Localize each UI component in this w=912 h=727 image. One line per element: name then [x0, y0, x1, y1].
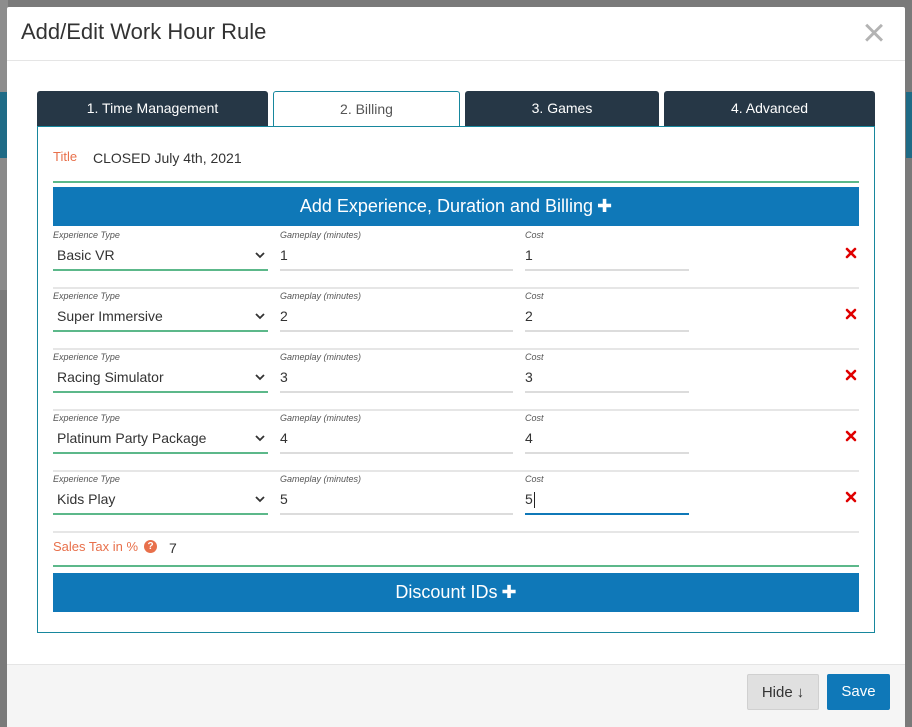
tab-time-management[interactable]: 1. Time Management: [37, 91, 268, 127]
experience-type-value: Super Immersive: [57, 308, 163, 324]
cost-value: 1: [525, 247, 533, 263]
cost-label: Cost: [525, 413, 544, 423]
gameplay-value: 4: [280, 430, 288, 446]
experience-type-value: Kids Play: [57, 491, 116, 507]
experience-type-select[interactable]: Basic VR: [53, 241, 268, 271]
discount-ids-label: Discount IDs: [395, 582, 498, 602]
cost-input[interactable]: 1: [525, 241, 689, 271]
gameplay-input[interactable]: 3: [280, 363, 513, 393]
gameplay-input[interactable]: 5: [280, 485, 513, 515]
hide-label: Hide: [761, 684, 793, 701]
gameplay-value: 2: [280, 308, 288, 324]
text-caret: [533, 492, 535, 509]
experience-type-select[interactable]: Kids Play: [53, 485, 268, 515]
work-hour-rule-modal: Add/Edit Work Hour Rule × 1. Time Manage…: [7, 7, 905, 727]
remove-icon[interactable]: [845, 430, 857, 442]
modal-header: Add/Edit Work Hour Rule ×: [7, 7, 905, 61]
close-icon[interactable]: ×: [859, 13, 889, 53]
add-experience-button[interactable]: Add Experience, Duration and Billing ✚: [53, 187, 859, 226]
chevron-down-icon: [255, 252, 265, 259]
experience-type-label: Experience Type: [53, 230, 120, 240]
remove-icon[interactable]: [845, 308, 857, 320]
experience-type-select[interactable]: Racing Simulator: [53, 363, 268, 393]
title-input-value[interactable]: CLOSED July 4th, 2021: [93, 150, 242, 166]
chevron-down-icon: [255, 374, 265, 381]
gameplay-label: Gameplay (minutes): [280, 291, 362, 301]
chevron-down-icon: [255, 496, 265, 503]
modal-footer: Hide ↓ Save: [7, 664, 905, 727]
gameplay-input[interactable]: 4: [280, 424, 513, 454]
plus-icon: ✚: [501, 582, 517, 602]
plus-icon: ✚: [597, 196, 613, 216]
sales-tax-label: Sales Tax in %: [53, 539, 139, 554]
remove-icon[interactable]: [845, 369, 857, 381]
experience-row: Experience Type Gameplay (minutes) Cost …: [53, 470, 859, 533]
cost-label: Cost: [525, 230, 544, 240]
gameplay-value: 3: [280, 369, 288, 385]
experience-row: Experience Type Gameplay (minutes) Cost …: [53, 409, 859, 472]
cost-value: 5: [525, 485, 535, 513]
cost-label: Cost: [525, 291, 544, 301]
title-field[interactable]: Title CLOSED July 4th, 2021: [53, 149, 859, 183]
experience-type-label: Experience Type: [53, 474, 120, 484]
cost-value: 4: [525, 430, 533, 446]
sales-tax-field[interactable]: Sales Tax in % ? 7: [53, 539, 859, 567]
hide-button[interactable]: Hide ↓: [747, 674, 819, 710]
gameplay-value: 1: [280, 247, 288, 263]
cost-value-text: 5: [525, 491, 533, 507]
background-app-banner-right: [906, 92, 912, 158]
tab-advanced[interactable]: 4. Advanced: [664, 91, 875, 127]
experience-type-label: Experience Type: [53, 291, 120, 301]
cost-value: 3: [525, 369, 533, 385]
cost-input[interactable]: 5: [525, 485, 689, 515]
tab-billing[interactable]: 2. Billing: [273, 91, 460, 128]
tab-bar: 1. Time Management 2. Billing 3. Games 4…: [37, 91, 875, 128]
gameplay-label: Gameplay (minutes): [280, 413, 362, 423]
experience-type-label: Experience Type: [53, 413, 120, 423]
title-label: Title: [53, 149, 78, 164]
gameplay-label: Gameplay (minutes): [280, 474, 362, 484]
chevron-down-icon: [255, 435, 265, 442]
gameplay-input[interactable]: 1: [280, 241, 513, 271]
chevron-down-icon: [255, 313, 265, 320]
experience-row: Experience Type Gameplay (minutes) Cost …: [53, 348, 859, 411]
gameplay-label: Gameplay (minutes): [280, 352, 362, 362]
experience-row: Experience Type Gameplay (minutes) Cost …: [53, 287, 859, 350]
experience-type-label: Experience Type: [53, 352, 120, 362]
experience-type-value: Basic VR: [57, 247, 115, 263]
save-button[interactable]: Save: [827, 674, 890, 710]
experience-type-select[interactable]: Platinum Party Package: [53, 424, 268, 454]
remove-icon[interactable]: [845, 247, 857, 259]
modal-title: Add/Edit Work Hour Rule: [21, 19, 267, 44]
experience-type-value: Racing Simulator: [57, 369, 164, 385]
billing-panel: Title CLOSED July 4th, 2021 Add Experien…: [37, 126, 875, 633]
experience-type-select[interactable]: Super Immersive: [53, 302, 268, 332]
cost-value: 2: [525, 308, 533, 324]
sales-tax-value[interactable]: 7: [169, 540, 177, 556]
gameplay-input[interactable]: 2: [280, 302, 513, 332]
cost-label: Cost: [525, 474, 544, 484]
experience-type-value: Platinum Party Package: [57, 430, 207, 446]
gameplay-label: Gameplay (minutes): [280, 230, 362, 240]
discount-ids-button[interactable]: Discount IDs ✚: [53, 573, 859, 612]
add-experience-label: Add Experience, Duration and Billing: [299, 196, 594, 216]
cost-input[interactable]: 4: [525, 424, 689, 454]
tab-games[interactable]: 3. Games: [465, 91, 659, 127]
arrow-down-icon: ↓: [796, 684, 805, 701]
gameplay-value: 5: [280, 491, 288, 507]
remove-icon[interactable]: [845, 491, 857, 503]
cost-input[interactable]: 2: [525, 302, 689, 332]
cost-input[interactable]: 3: [525, 363, 689, 393]
help-icon[interactable]: ?: [144, 540, 157, 553]
cost-label: Cost: [525, 352, 544, 362]
experience-row: Experience Type Gameplay (minutes) Cost …: [53, 226, 859, 289]
